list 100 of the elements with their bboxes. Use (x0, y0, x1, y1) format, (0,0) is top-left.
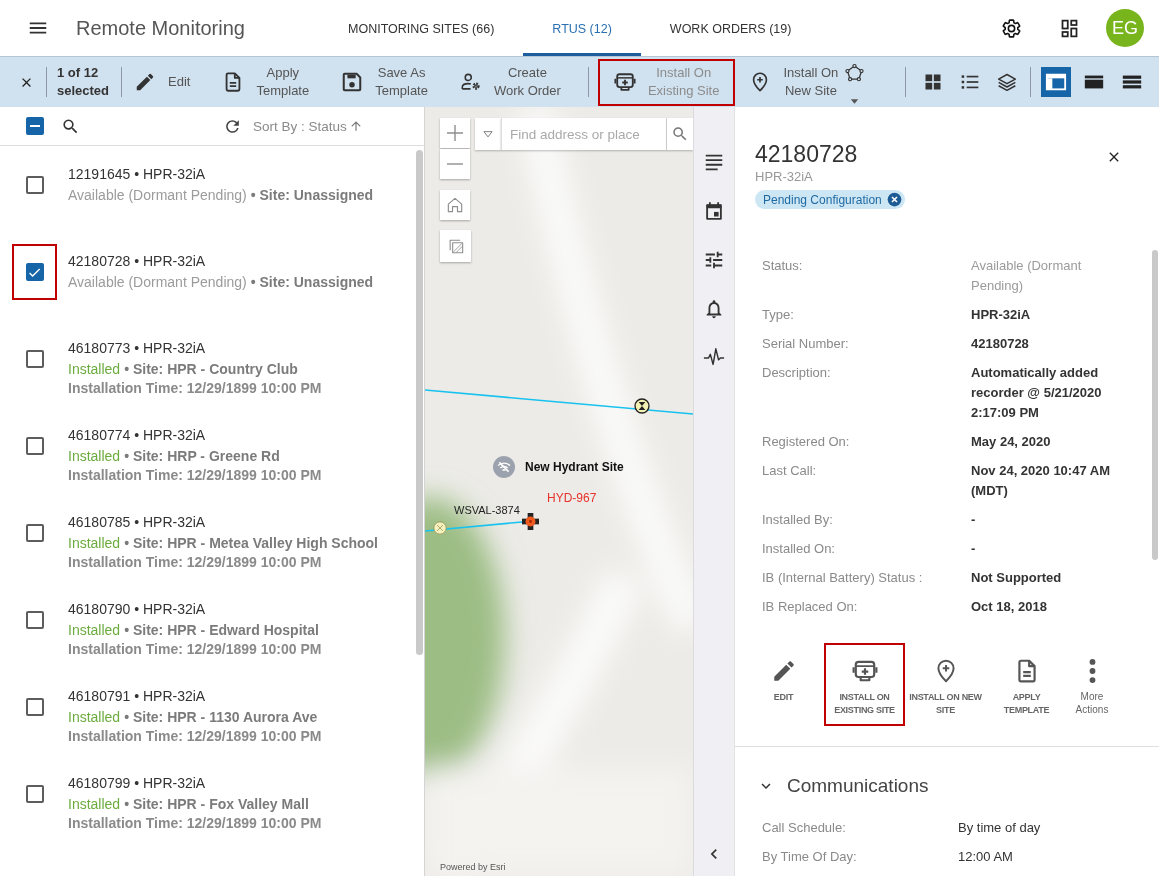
field-label: IB (Internal Battery) Status : (762, 569, 923, 587)
field-label: Installed On: (762, 540, 835, 558)
scrollbar[interactable] (416, 150, 423, 655)
layers-icon[interactable] (997, 72, 1017, 92)
checkbox[interactable] (25, 263, 44, 281)
device-plus-icon (851, 658, 878, 684)
section-title[interactable]: Communications (787, 775, 929, 797)
basemap-button[interactable] (440, 230, 471, 262)
field-value: 12:00 AM (958, 848, 1013, 866)
installation-time: Installation Time: 12/29/1899 10:00 PM (68, 814, 322, 833)
chip-label: Pending Configuration (763, 192, 882, 207)
site-text: • Site: HPR - Metea Valley High School (124, 534, 378, 553)
layout-button[interactable] (1041, 67, 1071, 97)
site-marker-icon[interactable] (493, 456, 515, 478)
rtu-title: 46180773 • HPR-32iA (68, 339, 206, 358)
status-text: Installed (68, 360, 121, 379)
cross-marker-icon[interactable] (522, 513, 539, 530)
tab[interactable]: MONITORING SITES (66) (319, 0, 524, 56)
remove-icon[interactable] (886, 192, 902, 207)
checkbox[interactable] (25, 437, 44, 455)
search-field[interactable]: Find address or place (501, 118, 667, 150)
field-value: - (971, 540, 976, 558)
field-label: Installed By: (762, 511, 833, 529)
app-title: Remote Monitoring (76, 16, 245, 39)
field-value: 42180728 (971, 335, 1029, 353)
rtu-title: 42180728 • HPR-32iA (68, 252, 206, 271)
installation-time: Installation Time: 12/29/1899 10:00 PM (68, 379, 322, 398)
field-value: May 24, 2020 (971, 433, 1051, 451)
field-label: Serial Number: (762, 335, 849, 353)
search-icon (671, 125, 689, 143)
search-button[interactable] (667, 118, 693, 150)
checkbox[interactable] (25, 524, 44, 542)
tab[interactable]: WORK ORDERS (19) (640, 0, 821, 56)
field-label: Type: (762, 306, 794, 324)
field-value: By time of day (958, 819, 1041, 837)
edit-button[interactable]: Edit (126, 58, 199, 106)
field-value: Nov 24, 2020 10:47 AM (MDT) (971, 462, 1111, 500)
install-existing-button[interactable]: INSTALL ON EXISTING SITE (824, 643, 905, 726)
work-order-button[interactable]: Create Work Order (451, 58, 569, 106)
install-new-button[interactable]: Install On New Site (741, 58, 847, 106)
site-text: • Site: Unassigned (250, 186, 374, 205)
field-label: Status: (762, 257, 803, 275)
settings-icon[interactable] (1001, 17, 1022, 39)
site-text: • Site: HPR - Fox Valley Mall (124, 795, 309, 814)
rtu-title: 12191645 • HPR-32iA (68, 165, 206, 184)
installation-time: Installation Time: 12/29/1899 10:00 PM (68, 553, 322, 572)
field-label: Registered On: (762, 433, 850, 451)
search-icon[interactable] (61, 116, 80, 136)
attribution-text: Powered by Esri (440, 862, 506, 872)
site-text: • Site: HPR - 1130 Aurora Ave (124, 708, 318, 727)
status-text: Installed (68, 621, 121, 640)
field-value: HPR-32iA (971, 306, 1031, 324)
installation-time: Installation Time: 12/29/1899 10:00 PM (68, 466, 322, 485)
site-text: • Site: HPR - Edward Hospital (124, 621, 319, 640)
list-icon[interactable] (960, 72, 980, 92)
install-new-button[interactable]: INSTALL ON NEW SITE (905, 643, 986, 726)
scrollbar[interactable] (1152, 250, 1158, 560)
apply-template-button[interactable]: APPLY TEMPLATE (986, 643, 1067, 726)
checkbox[interactable] (25, 350, 44, 368)
edit-button[interactable]: EDIT (743, 643, 824, 726)
rtu-title: 46180785 • HPR-32iA (68, 513, 206, 532)
site-text: • Site: HPR - Country Club (124, 360, 298, 379)
panel-layout-icon (1045, 71, 1067, 93)
site-text: • Site: Unassigned (250, 273, 374, 292)
sort-label[interactable]: Sort By : Status (253, 118, 347, 134)
status-text: Available (Dormant Pending) (68, 273, 247, 292)
site-text: • Site: HRP - Greene Rd (124, 447, 280, 466)
map-label: WSVAL-3874 (454, 503, 520, 517)
checkbox[interactable] (25, 176, 44, 194)
person-gear-icon (459, 71, 482, 93)
home-button[interactable] (440, 190, 470, 220)
field-label: By Time Of Day: (762, 848, 857, 866)
rtu-serial-title: 42180728 (755, 140, 858, 168)
installation-time: Installation Time: 12/29/1899 10:00 PM (68, 727, 322, 746)
grid-icon[interactable] (923, 72, 943, 92)
field-value: Available (Dormant Pending) (971, 257, 1083, 295)
field-label: Call Schedule: (762, 819, 846, 837)
status-text: Installed (68, 708, 121, 727)
select-all-checkbox[interactable] (26, 117, 44, 135)
polygon-icon[interactable] (844, 62, 866, 84)
dashboard-icon[interactable] (1059, 17, 1080, 39)
device-plus-icon (613, 71, 636, 93)
checkbox[interactable] (25, 698, 44, 716)
checkbox[interactable] (25, 785, 44, 803)
status-text: Installed (68, 534, 121, 553)
x-marker-icon[interactable] (433, 521, 447, 535)
field-label: IB Replaced On: (762, 598, 858, 616)
more-actions-button[interactable]: More Actions (1067, 643, 1117, 726)
field-value: - (971, 511, 976, 529)
checkbox[interactable] (25, 611, 44, 629)
hourglass-marker-icon[interactable] (634, 398, 650, 414)
rtu-title: 46180799 • HPR-32iA (68, 774, 206, 793)
save-template-button[interactable]: Save As Template (333, 58, 436, 106)
calendar-icon[interactable] (703, 200, 725, 222)
status-text: Installed (68, 447, 121, 466)
map-label: New Hydrant Site (525, 460, 624, 474)
apply-template-button[interactable]: Apply Template (214, 58, 318, 106)
sliders-icon[interactable] (703, 249, 725, 271)
map-label: HYD-967 (547, 491, 597, 505)
field-value: Oct 18, 2018 (971, 598, 1047, 616)
